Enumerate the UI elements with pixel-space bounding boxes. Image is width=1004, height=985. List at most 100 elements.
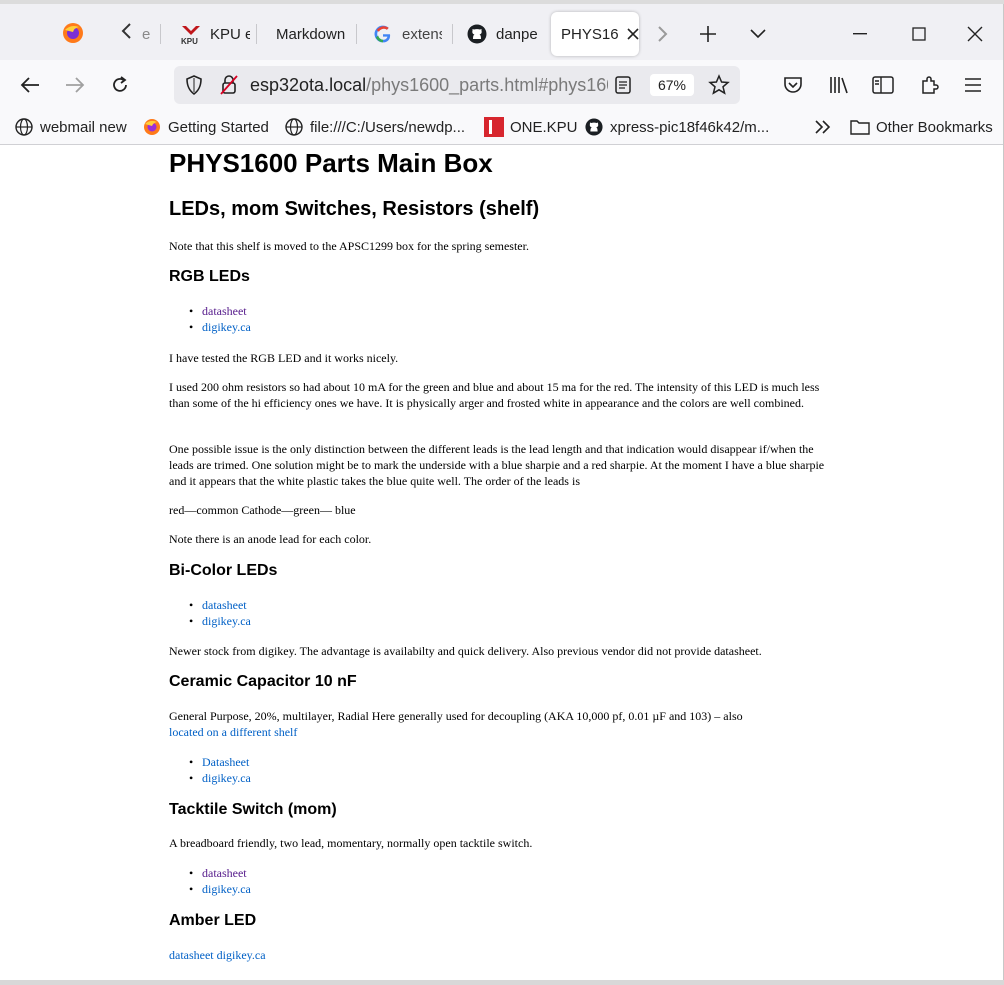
kpu-red-icon xyxy=(484,117,504,137)
bicolor-links-list: datasheet digikey.ca xyxy=(189,597,251,629)
tab-previous-fragment[interactable]: e xyxy=(142,12,154,56)
tactile-switch-heading: Tacktile Switch (mom) xyxy=(169,801,337,818)
reload-icon xyxy=(113,76,127,92)
tab-scroll-left-button[interactable] xyxy=(116,18,138,48)
tab-strip: e KPU KPU e Markdown extens danpe PHYS16 xyxy=(0,4,1003,60)
amber-digikey-link[interactable]: digikey.ca xyxy=(217,948,266,962)
bicolor-digikey-link[interactable]: digikey.ca xyxy=(202,614,251,628)
tab-phys1600-active[interactable]: PHYS16 xyxy=(551,12,639,56)
tab-divider xyxy=(256,24,257,44)
tab-label: extens xyxy=(402,25,442,43)
zoom-level-badge[interactable]: 67% xyxy=(650,74,694,96)
tracking-protection-shield-icon[interactable] xyxy=(174,75,214,95)
bookmark-star-icon[interactable] xyxy=(708,74,730,101)
bicolor-datasheet-link[interactable]: datasheet xyxy=(202,598,247,612)
amber-led-heading: Amber LED xyxy=(169,912,257,929)
chevron-down-icon xyxy=(750,29,766,39)
reload-button[interactable] xyxy=(103,68,137,102)
bicolor-leds-heading: Bi-Color LEDs xyxy=(169,562,278,579)
tab-kpu[interactable]: KPU KPU e xyxy=(180,12,250,56)
maximize-icon xyxy=(912,27,926,41)
firefox-menu-icon[interactable] xyxy=(62,22,84,44)
page-title: PHYS1600 Parts Main Box xyxy=(169,148,493,178)
minimize-button[interactable] xyxy=(838,12,882,56)
switch-datasheet-link[interactable]: datasheet xyxy=(202,866,247,880)
shelf-heading: LEDs, mom Switches, Resistors (shelf) xyxy=(169,198,540,220)
rgb-datasheet-link[interactable]: datasheet xyxy=(202,304,247,318)
app-menu-button[interactable] xyxy=(956,68,990,102)
tab-markdown[interactable]: Markdown xyxy=(276,12,348,56)
reader-view-icon[interactable] xyxy=(614,75,632,100)
tab-google-search[interactable]: extens xyxy=(372,12,442,56)
close-tab-icon[interactable] xyxy=(626,24,639,45)
bookmark-label: xpress-pic18f46k42/m... xyxy=(610,118,770,136)
tab-label: KPU e xyxy=(210,25,250,43)
hamburger-menu-icon xyxy=(965,78,981,92)
tab-label: danpe xyxy=(496,25,538,43)
close-window-button[interactable] xyxy=(953,12,997,56)
ceramic-links-list: Datasheet digikey.ca xyxy=(189,754,251,786)
ceramic-paragraph: General Purpose, 20%, multilayer, Radial… xyxy=(169,709,743,739)
shelf-note: Note that this shelf is moved to the APS… xyxy=(169,239,529,253)
bookmark-webmail-new[interactable]: webmail new xyxy=(14,114,127,140)
back-button[interactable] xyxy=(13,68,47,102)
page-viewport[interactable]: PHYS1600 Parts Main Box LEDs, mom Switch… xyxy=(0,145,1003,984)
ceramic-digikey-link[interactable]: digikey.ca xyxy=(202,771,251,785)
list-all-tabs-button[interactable] xyxy=(736,12,780,56)
pocket-button[interactable] xyxy=(776,68,810,102)
different-shelf-link[interactable]: located on a different shelf xyxy=(169,725,297,739)
rgb-paragraph: I have tested the RGB LED and it works n… xyxy=(169,351,399,365)
tab-divider xyxy=(452,24,453,44)
folder-icon xyxy=(850,117,870,137)
new-tab-button[interactable] xyxy=(686,12,730,56)
tab-github[interactable]: danpe xyxy=(466,12,538,56)
library-button[interactable] xyxy=(822,68,856,102)
bookmarks-toolbar: webmail new Getting Started file:///C:/U… xyxy=(0,110,1003,145)
desktop-background-strip xyxy=(0,980,1004,985)
plus-icon xyxy=(700,26,716,42)
list-item: datasheet xyxy=(189,865,251,881)
insecure-lock-icon[interactable] xyxy=(214,75,244,95)
extensions-button[interactable] xyxy=(912,68,946,102)
minimize-icon xyxy=(853,33,867,35)
amber-datasheet-link[interactable]: datasheet xyxy=(169,948,214,962)
url-bar[interactable]: esp32ota.local/phys1600_parts.html#phys1… xyxy=(174,66,740,104)
sidebar-icon xyxy=(872,76,894,94)
rgb-leds-heading: RGB LEDs xyxy=(169,268,250,285)
close-icon xyxy=(967,26,983,42)
rgb-paragraph: I used 200 ohm resistors so had about 10… xyxy=(169,380,820,410)
bookmark-one-kpu[interactable]: ONE.KPU xyxy=(484,114,578,140)
rgb-paragraph: Note there is an anode lead for each col… xyxy=(169,532,372,546)
chevron-right-icon xyxy=(658,26,668,42)
maximize-button[interactable] xyxy=(897,12,941,56)
firefox-icon xyxy=(142,117,162,137)
rgb-lead-order: red—common Cathode—green— blue xyxy=(169,503,356,517)
list-item: datasheet xyxy=(189,303,251,319)
rgb-digikey-link[interactable]: digikey.ca xyxy=(202,320,251,334)
forward-button[interactable] xyxy=(58,68,92,102)
other-bookmarks-folder[interactable]: Other Bookmarks xyxy=(850,114,993,140)
bicolor-paragraph: Newer stock from digikey. The advantage … xyxy=(169,644,762,658)
list-item: datasheet xyxy=(189,597,251,613)
bookmark-label: Getting Started xyxy=(168,118,269,136)
bookmark-xpress-pic[interactable]: xpress-pic18f46k42/m... xyxy=(584,114,769,140)
list-item: digikey.ca xyxy=(189,770,251,786)
kpu-logo-icon: KPU xyxy=(180,23,202,45)
browser-window: e KPU KPU e Markdown extens danpe PHYS16… xyxy=(0,4,1004,984)
bookmarks-overflow-button[interactable] xyxy=(814,114,832,140)
tab-label: Markdown xyxy=(276,25,346,43)
bookmark-local-file[interactable]: file:///C:/Users/newdp... xyxy=(284,114,465,140)
tab-scroll-right-button[interactable] xyxy=(640,12,684,56)
google-icon xyxy=(372,23,394,45)
bookmark-getting-started[interactable]: Getting Started xyxy=(142,114,269,140)
back-arrow-icon xyxy=(20,77,39,93)
forward-arrow-icon xyxy=(66,77,85,93)
url-text[interactable]: esp32ota.local/phys1600_parts.html#phys1… xyxy=(250,75,608,96)
ceramic-datasheet-link[interactable]: Datasheet xyxy=(202,755,249,769)
switch-digikey-link[interactable]: digikey.ca xyxy=(202,882,251,896)
tab-divider xyxy=(356,24,357,44)
amber-links: datasheet digikey.ca xyxy=(169,947,829,963)
sidebar-button[interactable] xyxy=(866,68,900,102)
bookmark-label: webmail new xyxy=(40,118,127,136)
list-item: digikey.ca xyxy=(189,881,251,897)
